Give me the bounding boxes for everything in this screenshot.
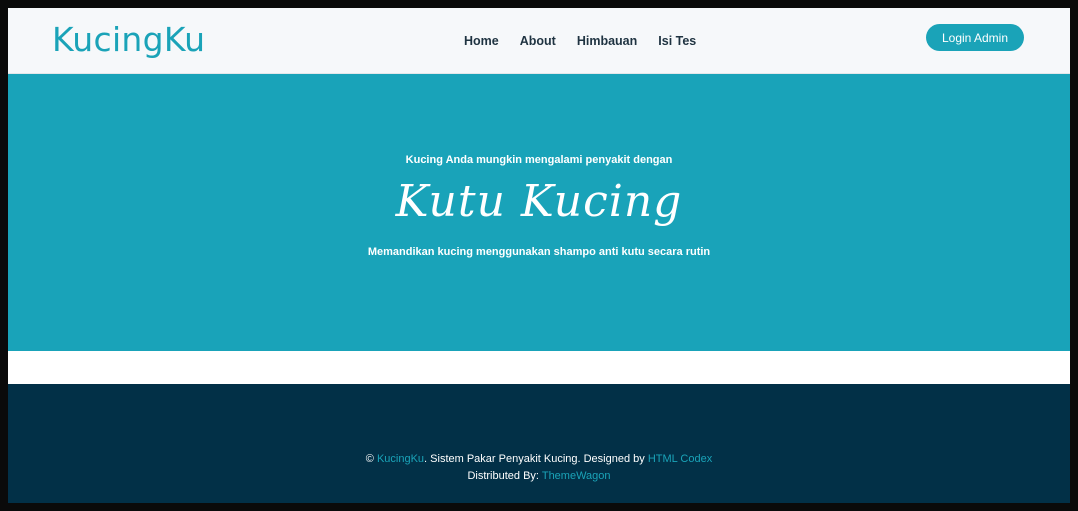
nav-link-isi-tes[interactable]: Isi Tes [658, 34, 696, 48]
brand-logo[interactable]: KucingKu [52, 20, 205, 59]
footer-brand-link[interactable]: KucingKu [377, 453, 424, 465]
nav-link-home[interactable]: Home [464, 34, 499, 48]
nav-link-himbauan[interactable]: Himbauan [577, 34, 637, 48]
hero-title: Kutu Kucing [395, 176, 683, 227]
footer-copyright-line: © KucingKu. Sistem Pakar Penyakit Kucing… [8, 453, 1070, 465]
nav-link-about[interactable]: About [520, 34, 556, 48]
page: KucingKu Home About Himbauan Isi Tes Log… [8, 8, 1070, 503]
hero-section: Kucing Anda mungkin mengalami penyakit d… [8, 74, 1070, 351]
copyright-symbol: © [365, 453, 374, 465]
login-admin-button[interactable]: Login Admin [926, 24, 1024, 51]
hero-subtitle: Memandikan kucing menggunakan shampo ant… [367, 246, 711, 258]
screen-frame: KucingKu Home About Himbauan Isi Tes Log… [0, 0, 1078, 511]
footer-distribution-line: Distributed By: ThemeWagon [8, 470, 1070, 482]
footer-distributed-label: Distributed By: [467, 470, 542, 482]
footer-distributor-link[interactable]: ThemeWagon [542, 470, 611, 482]
navbar: KucingKu Home About Himbauan Isi Tes Log… [8, 8, 1070, 74]
hero-lead: Kucing Anda mungkin mengalami penyakit d… [405, 154, 673, 166]
footer-designer-link[interactable]: HTML Codex [648, 453, 712, 465]
footer-text: . Sistem Pakar Penyakit Kucing. Designed… [424, 453, 648, 465]
nav-links: Home About Himbauan Isi Tes [464, 8, 696, 73]
footer: © KucingKu. Sistem Pakar Penyakit Kucing… [8, 384, 1070, 503]
